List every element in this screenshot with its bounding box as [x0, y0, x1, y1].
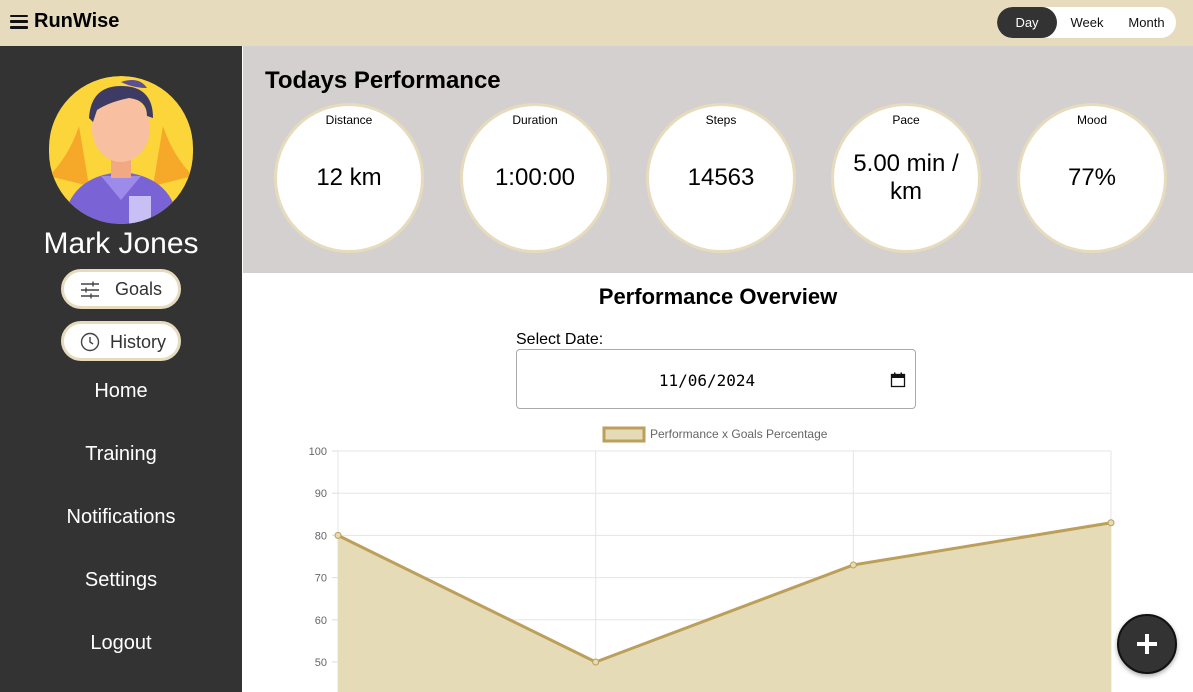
todays-performance-panel: Todays Performance Distance 12 km Durati… — [243, 46, 1193, 273]
data-point — [334, 531, 342, 539]
nav-notifications[interactable]: Notifications — [0, 506, 242, 529]
calendar-icon[interactable] — [890, 372, 906, 388]
nav-logout[interactable]: Logout — [0, 632, 242, 655]
data-point — [1107, 519, 1115, 527]
range-month-button[interactable]: Month — [1117, 7, 1176, 38]
nav-settings[interactable]: Settings — [0, 569, 242, 592]
metric-value: 77% — [1067, 164, 1117, 191]
goals-button[interactable]: Goals — [61, 269, 181, 309]
plus-icon — [1137, 634, 1157, 654]
performance-overview-title: Performance Overview — [598, 284, 838, 309]
metric-value: 14563 — [687, 164, 755, 191]
metric-value: 5.00 min / km — [853, 150, 959, 205]
clock-icon — [80, 332, 100, 352]
y-tick-label: 50 — [315, 657, 327, 669]
todays-performance-title: Todays Performance — [265, 67, 501, 94]
nav-training[interactable]: Training — [0, 443, 242, 466]
series-area — [338, 522, 1111, 692]
range-day-button[interactable]: Day — [997, 7, 1057, 38]
metric-steps: Steps 14563 — [646, 103, 796, 253]
y-tick-label: 90 — [315, 488, 327, 500]
metric-duration: Duration 1:00:00 — [460, 103, 610, 253]
nav-home[interactable]: Home — [0, 380, 242, 403]
metric-value: 1:00:00 — [494, 164, 576, 191]
metric-pace: Pace 5.00 min / km — [831, 103, 981, 253]
legend-label: Performance x Goals Percentage — [650, 427, 828, 441]
top-bar: RunWise Day Week Month — [0, 0, 1193, 46]
range-toggle: Day Week Month — [997, 7, 1176, 38]
data-point — [592, 658, 600, 666]
data-point — [849, 561, 857, 569]
metric-value: 12 km — [316, 164, 382, 191]
date-input[interactable]: 11/06/2024 — [516, 349, 916, 409]
history-button[interactable]: History — [61, 321, 181, 361]
avatar — [49, 76, 193, 224]
date-value: 11/06/2024 — [658, 371, 756, 390]
y-tick-label: 100 — [309, 446, 327, 458]
y-tick-label: 60 — [315, 615, 327, 627]
sidebar: Mark Jones Goals History Home Training N… — [0, 46, 242, 692]
performance-chart: 100 90 80 70 60 50 Performance x Goals Percent… — [309, 426, 1115, 692]
brand: RunWise — [10, 10, 119, 33]
history-label: History — [110, 332, 167, 352]
add-button[interactable] — [1117, 614, 1177, 674]
metric-mood: Mood 77% — [1017, 103, 1167, 253]
legend-swatch — [602, 426, 646, 443]
user-name: Mark Jones — [43, 227, 199, 260]
goals-label: Goals — [115, 279, 163, 299]
app-name: RunWise — [34, 10, 120, 32]
select-date-label: Select Date: — [516, 331, 604, 348]
sliders-icon — [81, 281, 99, 299]
hamburger-icon[interactable] — [10, 14, 28, 30]
range-week-button[interactable]: Week — [1057, 7, 1117, 38]
y-tick-label: 80 — [315, 530, 327, 542]
y-tick-label: 70 — [315, 573, 327, 585]
metric-distance: Distance 12 km — [274, 103, 424, 253]
